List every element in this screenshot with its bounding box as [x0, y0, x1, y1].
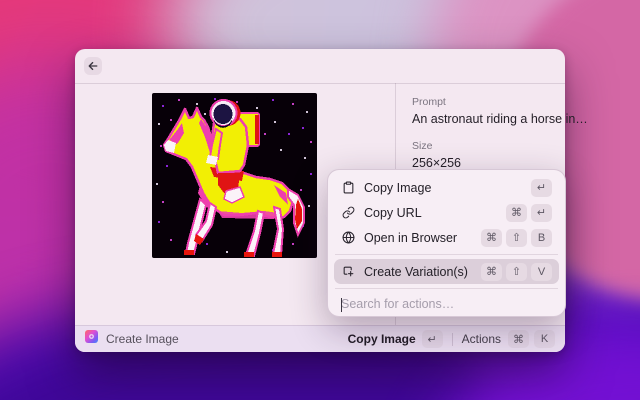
- key-return: ↵: [531, 179, 552, 197]
- key-cmd: ⌘: [508, 330, 529, 348]
- prompt-value: An astronaut riding a horse in…: [412, 112, 557, 126]
- key-return: ↵: [422, 330, 443, 348]
- actions-search-input[interactable]: [341, 297, 552, 311]
- prompt-label: Prompt: [412, 96, 557, 108]
- primary-action-button[interactable]: Copy Image ↵: [348, 330, 443, 348]
- primary-action-label: Copy Image: [348, 332, 416, 346]
- actions-search: [334, 293, 559, 313]
- size-label: Size: [412, 140, 557, 152]
- menu-item-label: Copy Image: [364, 181, 431, 195]
- globe-icon: [341, 231, 355, 245]
- extension-name: Create Image: [106, 332, 179, 346]
- menu-item-copy-image[interactable]: Copy Image ↵: [334, 175, 559, 200]
- menu-item-label: Create Variation(s): [364, 265, 468, 279]
- key-return: ↵: [531, 204, 552, 222]
- dalle-app-icon: [85, 330, 98, 348]
- key-k: K: [534, 330, 555, 348]
- desktop: Prompt An astronaut riding a horse in… S…: [0, 0, 640, 400]
- menu-item-open-in-browser[interactable]: Open in Browser ⌘ ⇧ B: [334, 225, 559, 250]
- size-value: 256×256: [412, 156, 557, 170]
- actions-button-label: Actions: [462, 332, 501, 346]
- menu-item-create-variations[interactable]: Create Variation(s) ⌘ ⇧ V: [334, 259, 559, 284]
- raycast-window: Prompt An astronaut riding a horse in… S…: [75, 49, 565, 352]
- key-b: B: [531, 229, 552, 247]
- back-button[interactable]: [84, 57, 102, 75]
- key-cmd: ⌘: [481, 229, 502, 247]
- key-cmd: ⌘: [506, 204, 527, 222]
- extension-info: Create Image: [85, 330, 179, 348]
- menu-item-label: Open in Browser: [364, 231, 457, 245]
- link-icon: [341, 206, 355, 220]
- generated-image: [152, 93, 317, 258]
- actions-button[interactable]: Actions ⌘ K: [462, 330, 555, 348]
- menu-separator: [335, 254, 558, 255]
- actions-menu: Copy Image ↵ Copy URL ⌘ ↵: [327, 169, 566, 317]
- text-caret: [341, 298, 342, 312]
- statusbar-divider: [452, 333, 453, 346]
- menu-item-label: Copy URL: [364, 206, 422, 220]
- duplicate-plus-icon: [341, 265, 355, 279]
- key-cmd: ⌘: [481, 263, 502, 281]
- status-bar: Create Image Copy Image ↵ Actions ⌘ K: [75, 325, 565, 352]
- key-v: V: [531, 263, 552, 281]
- clipboard-icon: [341, 181, 355, 195]
- key-shift: ⇧: [506, 263, 527, 281]
- arrow-left-icon: [87, 60, 99, 72]
- key-shift: ⇧: [506, 229, 527, 247]
- menu-separator: [335, 288, 558, 289]
- menu-item-copy-url[interactable]: Copy URL ⌘ ↵: [334, 200, 559, 225]
- window-header: [75, 49, 565, 84]
